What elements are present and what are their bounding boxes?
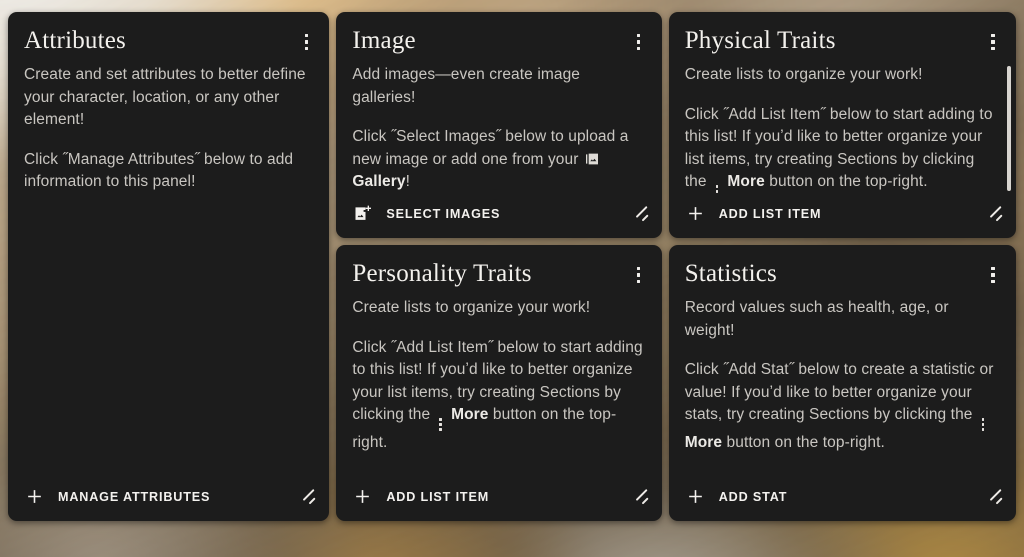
panel-body: Record values such as health, age, or we… — [669, 291, 1016, 476]
panel-header: Physical Traits — [669, 12, 1016, 58]
panel-paragraph: Create lists to organize your work! — [352, 299, 591, 316]
paragraph-bold: More — [727, 173, 765, 190]
paragraph-bold: Gallery — [352, 173, 406, 190]
panel-physical-traits: Physical Traits Create lists to organize… — [668, 12, 1016, 238]
paragraph-tail: ! — [405, 173, 411, 190]
add-photo-icon — [352, 203, 373, 224]
plus-icon — [352, 486, 373, 507]
panel-column-2: Image Add images—even create image galle… — [336, 12, 662, 521]
panel-scrollbar[interactable] — [1007, 66, 1011, 191]
panel-paragraph: Click ˝Add List Item˝ below to start add… — [685, 104, 998, 194]
resize-grip-icon[interactable] — [297, 488, 317, 506]
panel-board: Attributes Create and set attributes to … — [0, 0, 1024, 557]
panel-body: Create lists to organize your work! Clic… — [669, 58, 1016, 193]
panel-paragraph: Click ˝Add Stat˝ below to create a stati… — [685, 359, 998, 454]
more-vertical-icon[interactable] — [980, 28, 1006, 56]
more-vertical-icon[interactable] — [626, 28, 652, 56]
resize-grip-icon[interactable] — [984, 205, 1004, 223]
panel-header: Personality Traits — [336, 245, 661, 291]
add-list-item-button[interactable]: Add List Item — [336, 476, 661, 521]
action-label: Add List Item — [718, 206, 822, 221]
more-vertical-icon — [435, 417, 447, 432]
panel-column-1: Attributes Create and set attributes to … — [8, 12, 330, 521]
add-list-item-button[interactable]: Add List Item — [669, 193, 1016, 238]
panel-body: Create and set attributes to better defi… — [8, 58, 329, 476]
select-images-button[interactable]: Select Images — [336, 193, 661, 238]
more-vertical-icon[interactable] — [293, 28, 319, 56]
panel-title: Statistics — [684, 260, 777, 287]
resize-grip-icon[interactable] — [630, 488, 650, 506]
panel-image: Image Add images—even create image galle… — [336, 12, 662, 238]
panel-body: Create lists to organize your work! Clic… — [336, 291, 661, 476]
add-stat-button[interactable]: Add Stat — [669, 476, 1016, 521]
panel-title: Attributes — [24, 27, 126, 54]
panel-paragraph: Record values such as health, age, or we… — [684, 299, 949, 339]
panel-attributes: Attributes Create and set attributes to … — [8, 12, 330, 521]
resize-grip-icon[interactable] — [630, 205, 650, 223]
action-label: Manage Attributes — [58, 489, 211, 504]
paragraph-tail: button on the top-right. — [764, 173, 928, 190]
panel-header: Attributes — [8, 12, 329, 58]
panel-title: Physical Traits — [684, 27, 836, 54]
panel-title: Image — [352, 27, 416, 54]
panel-title: Personality Traits — [352, 260, 532, 287]
action-label: Add Stat — [718, 489, 788, 504]
paragraph-lead: Click ˝Add Stat˝ below to create a stati… — [684, 361, 994, 423]
more-vertical-icon[interactable] — [980, 261, 1006, 289]
plus-icon — [24, 486, 45, 507]
panel-personality-traits: Personality Traits Create lists to organ… — [336, 245, 662, 521]
panel-paragraph: Create lists to organize your work! — [684, 66, 923, 83]
more-vertical-icon[interactable] — [626, 261, 652, 289]
paragraph-bold: More — [684, 433, 723, 451]
panel-paragraph: Add images—even create image galleries! — [352, 66, 581, 106]
panel-paragraph: Click ˝Manage Attributes˝ below to add i… — [24, 150, 294, 191]
more-vertical-icon — [711, 184, 723, 193]
action-label: Add List Item — [386, 489, 490, 504]
paragraph-tail: button on the top-right. — [722, 433, 885, 451]
panel-paragraph: Click ˝Select Images˝ below to upload a … — [352, 126, 643, 193]
plus-icon — [685, 486, 706, 507]
resize-grip-icon[interactable] — [984, 488, 1004, 506]
panel-paragraph: Click ˝Add List Item˝ below to start add… — [352, 337, 643, 455]
manage-attributes-button[interactable]: Manage Attributes — [8, 476, 329, 521]
gallery-icon — [584, 151, 600, 167]
panel-statistics: Statistics Record values such as health,… — [668, 245, 1016, 521]
more-vertical-icon — [977, 417, 989, 432]
panel-column-3: Physical Traits Create lists to organize… — [668, 12, 1016, 521]
action-label: Select Images — [386, 206, 501, 221]
panel-header: Image — [336, 12, 661, 58]
panel-body: Add images—even create image galleries! … — [336, 58, 661, 193]
paragraph-bold: More — [451, 406, 489, 423]
panel-header: Statistics — [669, 245, 1016, 291]
plus-icon — [685, 203, 706, 224]
panel-paragraph: Create and set attributes to better defi… — [24, 66, 306, 128]
